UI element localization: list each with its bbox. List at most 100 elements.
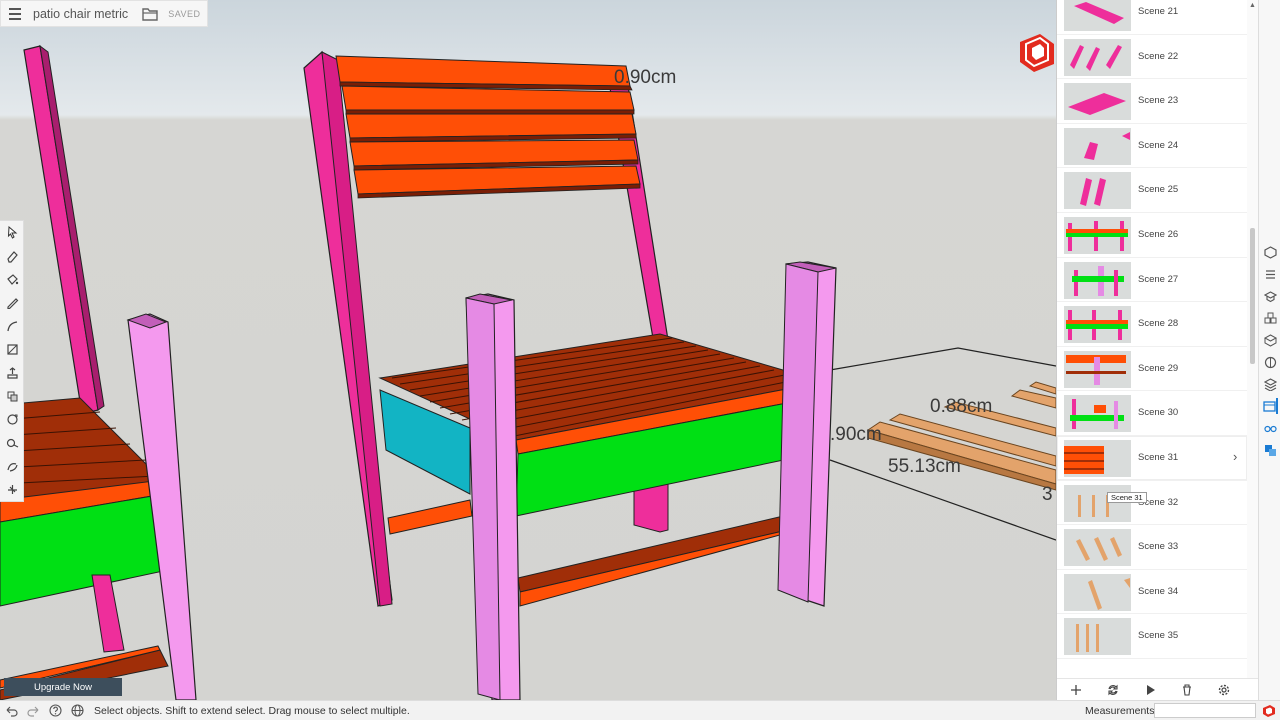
- scene-settings-gear-icon[interactable]: [1205, 679, 1242, 701]
- upgrade-now-button[interactable]: Upgrade Now: [4, 678, 122, 696]
- document-title[interactable]: patio chair metric: [33, 7, 128, 21]
- scene-thumbnail: [1064, 83, 1131, 121]
- scene-name: Scene 26: [1138, 228, 1179, 240]
- tape-measure-icon[interactable]: [0, 432, 24, 455]
- redo-icon[interactable]: [22, 701, 44, 720]
- components-icon[interactable]: [1262, 310, 1278, 326]
- play-animation-icon[interactable]: [1131, 679, 1168, 701]
- delete-scene-icon[interactable]: [1168, 679, 1205, 701]
- scene-name: Scene 21: [1138, 6, 1179, 17]
- scene-name: Scene 24: [1138, 139, 1179, 151]
- status-message: Select objects. Shift to extend select. …: [94, 704, 410, 717]
- scene-item[interactable]: Scene 22: [1057, 35, 1247, 80]
- scene-thumbnail: [1064, 172, 1131, 210]
- scenes-scrollbar[interactable]: ▲ ▼: [1247, 0, 1258, 700]
- scene-thumbnail: [1064, 38, 1131, 76]
- scene-name: Scene 31: [1138, 451, 1179, 463]
- help-icon[interactable]: [44, 701, 66, 720]
- scene-name: Scene 23: [1138, 95, 1179, 107]
- scene-item[interactable]: Scene 26: [1057, 213, 1247, 258]
- save-status: SAVED: [168, 8, 201, 19]
- panel-tray: [1258, 0, 1280, 700]
- scene-item[interactable]: Scene 34: [1057, 570, 1247, 615]
- scene-item[interactable]: Scene 30: [1057, 391, 1247, 436]
- scroll-thumb[interactable]: [1250, 228, 1255, 364]
- entity-info-icon[interactable]: [1262, 244, 1278, 260]
- scene-name: Scene 35: [1138, 630, 1179, 642]
- scene-thumbnail: [1064, 395, 1131, 433]
- scene-name: Scene 30: [1138, 407, 1179, 419]
- extension-warehouse-icon[interactable]: [1262, 442, 1278, 458]
- paint-bucket-icon[interactable]: [0, 268, 24, 291]
- scene-item[interactable]: Scene 33: [1057, 525, 1247, 570]
- dimension-label: 0.90cm: [614, 67, 676, 88]
- scene-name: Scene 28: [1138, 318, 1179, 330]
- move-tool-icon[interactable]: [0, 385, 24, 408]
- add-scene-icon[interactable]: [1057, 679, 1094, 701]
- materials-icon[interactable]: [1262, 332, 1278, 348]
- scene-item[interactable]: Scene 25: [1057, 168, 1247, 213]
- scene-item[interactable]: Scene 32: [1057, 481, 1247, 526]
- scene-name: Scene 34: [1138, 585, 1179, 597]
- select-tool-icon[interactable]: [0, 221, 24, 244]
- eraser-tool-icon[interactable]: [0, 244, 24, 267]
- scene-thumbnail: [1064, 618, 1131, 656]
- scene-item[interactable]: Scene 29: [1057, 347, 1247, 392]
- display-glasses-icon[interactable]: [1262, 420, 1278, 436]
- scene-thumbnail: [1064, 306, 1131, 344]
- scene-item[interactable]: Scene 21: [1057, 0, 1247, 35]
- scene-thumbnail: [1064, 573, 1131, 611]
- orbit-tool-icon[interactable]: [0, 455, 24, 478]
- model-canvas[interactable]: 0.90cm 0.88cm .90cm 55.13cm 3: [0, 0, 1056, 700]
- scene-thumbnail: [1064, 529, 1131, 567]
- scenes-footer: [1057, 678, 1258, 700]
- scene-thumbnail: [1064, 261, 1131, 299]
- scene-item[interactable]: Scene 24: [1057, 124, 1247, 169]
- sketchup-red-icon[interactable]: [1262, 704, 1276, 718]
- scene-item[interactable]: Scene 23: [1057, 79, 1247, 124]
- scene-list: Scene 21 Scene 22 Scene 23 Scene 24 Scen…: [1057, 0, 1247, 659]
- scroll-up-icon[interactable]: ▲: [1249, 2, 1256, 9]
- folder-icon[interactable]: [142, 7, 158, 21]
- rotate-tool-icon[interactable]: [0, 408, 24, 431]
- status-bar: Select objects. Shift to extend select. …: [0, 700, 1280, 720]
- measurements-input[interactable]: [1154, 703, 1256, 718]
- scene-thumbnail: [1064, 216, 1131, 254]
- measurements-label: Measurements: [1085, 705, 1155, 717]
- rectangle-tool-icon[interactable]: [0, 338, 24, 361]
- graduation-cap-icon[interactable]: [1262, 288, 1278, 304]
- scene-item[interactable]: Scene 27: [1057, 258, 1247, 303]
- chevron-right-icon[interactable]: ›: [1233, 449, 1237, 464]
- sketchup-logo-icon: [1020, 34, 1054, 72]
- arc-tool-icon[interactable]: [0, 315, 24, 338]
- scene-name: Scene 33: [1138, 541, 1179, 553]
- dimension-label: 55.13cm: [888, 456, 961, 477]
- scene-item[interactable]: Scene 28: [1057, 302, 1247, 347]
- scene-name: Scene 25: [1138, 184, 1179, 196]
- main-chair[interactable]: [303, 50, 837, 700]
- 3d-viewport[interactable]: 0.90cm 0.88cm .90cm 55.13cm 3: [0, 0, 1056, 700]
- pencil-line-icon[interactable]: [0, 291, 24, 314]
- left-chair[interactable]: [0, 44, 197, 700]
- layers-icon[interactable]: [1262, 376, 1278, 392]
- instructor-icon[interactable]: [1262, 266, 1278, 282]
- scenes-panel: Scene 21 Scene 22 Scene 23 Scene 24 Scen…: [1056, 0, 1258, 700]
- hamburger-menu-icon[interactable]: [1, 0, 29, 27]
- styles-icon[interactable]: [1262, 354, 1278, 370]
- scenes-panel-icon[interactable]: [1262, 398, 1278, 414]
- update-scene-icon[interactable]: [1094, 679, 1131, 701]
- scene-item-active[interactable]: Scene 31 ›: [1057, 435, 1247, 481]
- section-plane-icon[interactable]: [0, 478, 24, 501]
- dimension-label: .90cm: [830, 424, 882, 445]
- push-pull-icon[interactable]: [0, 361, 24, 384]
- scene-item[interactable]: Scene 35: [1057, 614, 1247, 659]
- scene-thumbnail: [1064, 350, 1131, 388]
- globe-language-icon[interactable]: [66, 701, 88, 720]
- dimension-label: 0.88cm: [930, 396, 992, 417]
- scene-thumbnail: [1064, 439, 1131, 477]
- undo-icon[interactable]: [0, 701, 22, 720]
- sketchup-app: 0.90cm 0.88cm .90cm 55.13cm 3 patio chai…: [0, 0, 1280, 720]
- dimension-label: 3: [1042, 484, 1053, 505]
- scene-name: Scene 22: [1138, 50, 1179, 62]
- scene-name: Scene 27: [1138, 273, 1179, 285]
